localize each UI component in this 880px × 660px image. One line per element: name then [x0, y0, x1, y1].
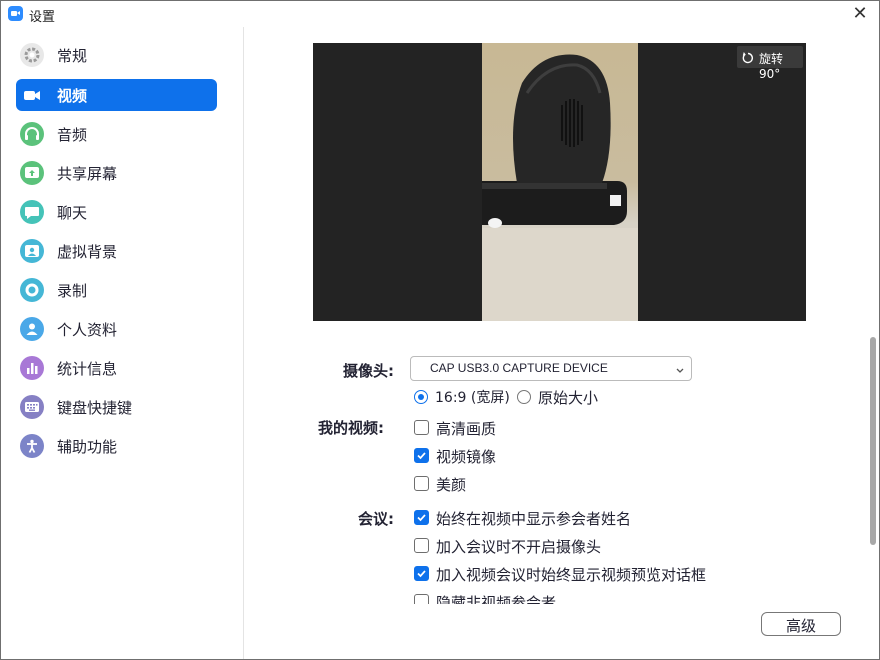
chat-bubble-icon	[20, 200, 44, 224]
sidebar-item-video[interactable]: 视频	[16, 79, 217, 111]
clipped-row: 隐藏非视频参会者	[404, 592, 824, 604]
camera-select[interactable]: CAP USB3.0 CAPTURE DEVICE	[410, 356, 692, 381]
accessibility-icon	[20, 434, 44, 458]
sidebar-item-recording[interactable]: 录制	[16, 274, 217, 306]
sidebar-item-statistics[interactable]: 统计信息	[16, 352, 217, 384]
show-names-label: 始终在视频中显示参会者姓名	[436, 510, 632, 528]
sidebar-item-label: 常规	[57, 47, 88, 65]
camera-select-value: CAP USB3.0 CAPTURE DEVICE	[430, 361, 608, 375]
sidebar-item-label: 辅助功能	[57, 438, 118, 456]
sidebar-item-profile[interactable]: 个人资料	[16, 313, 217, 345]
aspect-16-9-radio[interactable]	[414, 390, 428, 404]
preview-dialog-checkbox[interactable]	[414, 566, 429, 581]
hide-non-video-checkbox[interactable]	[414, 594, 429, 604]
hd-label: 高清画质	[436, 420, 497, 438]
headphones-icon	[20, 122, 44, 146]
video-settings-panel: 旋转90° 摄像头: CAP USB3.0 CAPTURE DEVICE 16:…	[244, 27, 868, 659]
preview-dialog-label: 加入视频会议时始终显示视频预览对话框	[436, 566, 707, 584]
mirror-video-label: 视频镜像	[436, 448, 497, 466]
title-bar: 设置 ✕	[1, 1, 879, 27]
show-names-checkbox[interactable]	[414, 510, 429, 525]
aspect-original-label: 原始大小	[538, 389, 599, 407]
aspect-16-9-label: 16:9 (宽屏)	[435, 390, 510, 406]
checkmark-icon	[417, 514, 426, 522]
window-title: 设置	[29, 10, 56, 25]
sidebar-item-accessibility[interactable]: 辅助功能	[16, 430, 217, 462]
sidebar-item-chat[interactable]: 聊天	[16, 196, 217, 228]
record-icon	[20, 278, 44, 302]
sidebar-item-audio[interactable]: 音频	[16, 118, 217, 150]
sidebar-item-label: 个人资料	[57, 321, 118, 339]
aspect-original-radio[interactable]	[517, 390, 531, 404]
scrollbar-thumb[interactable]	[870, 337, 876, 545]
virtual-background-icon	[20, 239, 44, 263]
sidebar-item-label: 键盘快捷键	[57, 399, 133, 417]
rotate-90-button[interactable]: 旋转90°	[737, 46, 803, 81]
sidebar-item-virtual-background[interactable]: 虚拟背景	[16, 235, 217, 267]
hd-checkbox[interactable]	[414, 420, 429, 435]
sidebar-item-label: 虚拟背景	[57, 243, 118, 261]
sidebar-item-label: 共享屏幕	[57, 165, 118, 183]
sidebar-item-label: 录制	[57, 282, 88, 300]
camera-off-join-label: 加入会议时不开启摄像头	[436, 538, 602, 556]
profile-icon	[20, 317, 44, 341]
camera-feed-image	[482, 43, 638, 321]
sidebar-item-keyboard-shortcuts[interactable]: 键盘快捷键	[16, 391, 217, 423]
sidebar-item-label: 音频	[57, 126, 88, 144]
mirror-video-checkbox[interactable]	[414, 448, 429, 463]
share-screen-icon	[20, 161, 44, 185]
touch-up-label: 美颜	[436, 476, 467, 494]
advanced-button-label: 高级	[785, 617, 816, 635]
rotate-label: 旋转90°	[759, 52, 784, 81]
my-video-label: 我的视频:	[318, 419, 384, 437]
settings-sidebar: 常规 视频 音频 共享屏幕 聊天 虚拟背景 录制 个人资料 统计信息 键盘快捷键…	[1, 27, 244, 659]
checkmark-icon	[417, 570, 426, 578]
sidebar-item-general[interactable]: 常规	[16, 39, 217, 71]
scrollbar[interactable]	[867, 27, 879, 659]
chevron-down-icon	[675, 362, 685, 381]
keyboard-icon	[20, 395, 44, 419]
rotate-icon	[741, 50, 755, 69]
checkmark-icon	[417, 452, 426, 460]
video-preview: 旋转90°	[313, 43, 806, 321]
sidebar-item-share-screen[interactable]: 共享屏幕	[16, 157, 217, 189]
camera-icon	[20, 83, 44, 107]
close-button[interactable]: ✕	[849, 3, 871, 25]
sidebar-item-label: 聊天	[57, 204, 88, 222]
gear-icon	[20, 43, 44, 67]
camera-off-join-checkbox[interactable]	[414, 538, 429, 553]
touch-up-checkbox[interactable]	[414, 476, 429, 491]
camera-label: 摄像头:	[343, 362, 394, 380]
settings-window: 设置 ✕ 常规 视频 音频 共享屏幕 聊天 虚拟背景 录制 个人资料 统计信息 …	[0, 0, 880, 660]
statistics-icon	[20, 356, 44, 380]
sidebar-item-label: 统计信息	[57, 360, 118, 378]
hide-non-video-label: 隐藏非视频参会者	[436, 594, 557, 604]
zoom-app-icon	[8, 6, 23, 21]
sidebar-item-label: 视频	[57, 87, 88, 105]
meeting-label: 会议:	[358, 510, 394, 528]
advanced-button[interactable]: 高级	[761, 612, 841, 636]
